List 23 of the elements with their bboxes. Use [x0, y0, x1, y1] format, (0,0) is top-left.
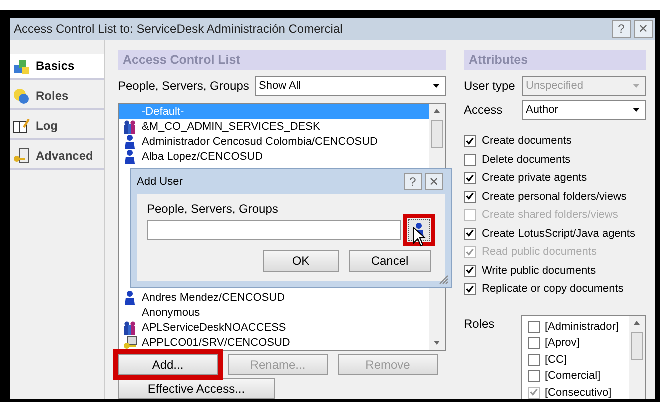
option-label: Read public documents [482, 246, 597, 258]
window-title: Access Control List to: ServiceDesk Administración Comercial [14, 22, 343, 36]
roles-label: Roles [464, 316, 495, 332]
section-header: Attributes [464, 50, 646, 70]
role-label: [Comercial] [545, 370, 601, 382]
dialog-title: Add User [137, 176, 183, 188]
role-label: [Aprov] [545, 337, 580, 350]
option-label: Write public documents [482, 264, 596, 277]
role-label: [Consecutivo] [545, 386, 612, 399]
role-label: [Administrador] [545, 320, 619, 333]
option-label: Delete documents [482, 154, 571, 166]
filter-label: People, Servers, Groups [118, 79, 250, 93]
option-label: Replicate or copy documents [482, 283, 624, 296]
section-header: Access Control List [118, 50, 446, 70]
option-label: Create shared folders/views [482, 209, 618, 222]
field-label: People, Servers, Groups [147, 202, 280, 216]
option-label: Create personal folders/views [482, 190, 627, 203]
access-label: Access [464, 103, 503, 117]
option-label: Create LotusScript/Java agents [482, 228, 636, 240]
option-label: Create documents [482, 135, 572, 148]
option-label: Create private agents [482, 172, 588, 184]
role-label: [CC] [545, 354, 567, 366]
user-type-label: User type [464, 79, 516, 93]
